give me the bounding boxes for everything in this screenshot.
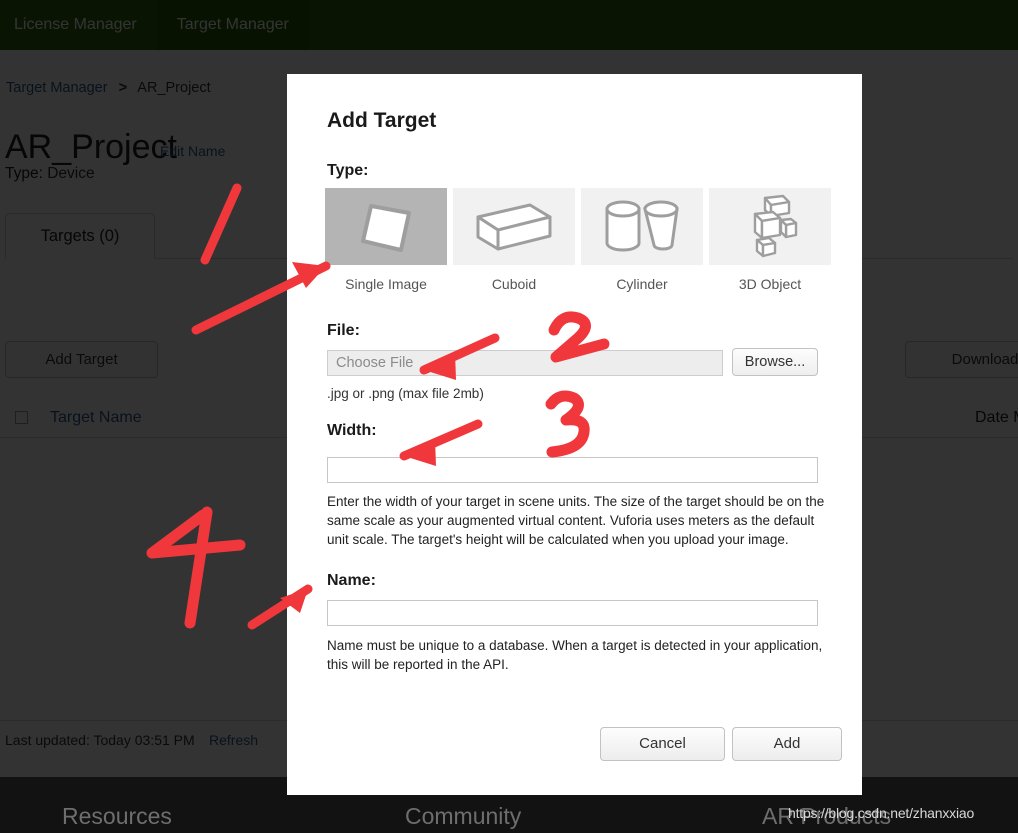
width-help-text: Enter the width of your target in scene … xyxy=(327,494,825,547)
type-option-3d-object[interactable]: 3D Object xyxy=(709,188,831,292)
target-type-selector: Single Image Cuboid Cylinder 3D Object xyxy=(325,188,831,292)
width-field-label: Width: xyxy=(327,422,377,439)
cylinder-icon xyxy=(581,188,703,265)
type-option-label: Cylinder xyxy=(616,276,668,292)
cancel-button[interactable]: Cancel xyxy=(600,727,725,761)
file-input[interactable]: Choose File xyxy=(327,350,723,376)
file-hint-text: .jpg or .png (max file 2mb) xyxy=(327,386,484,401)
browse-button[interactable]: Browse... xyxy=(732,348,818,376)
footer-heading-community[interactable]: Community xyxy=(405,803,521,830)
file-field-label: File: xyxy=(327,322,360,339)
type-option-cylinder[interactable]: Cylinder xyxy=(581,188,703,292)
dialog-title: Add Target xyxy=(327,109,437,132)
cuboid-icon xyxy=(453,188,575,265)
type-option-cuboid[interactable]: Cuboid xyxy=(453,188,575,292)
3d-object-icon xyxy=(709,188,831,265)
width-input[interactable] xyxy=(327,457,818,483)
single-image-icon xyxy=(325,188,447,265)
type-field-label: Type: xyxy=(327,162,369,179)
type-option-label: 3D Object xyxy=(738,276,802,292)
dialog-footer: Cancel Add xyxy=(287,727,862,795)
type-option-single-image[interactable]: Single Image xyxy=(325,188,447,292)
watermark-url: https://blog.csdn.net/zhanxxiao xyxy=(788,805,975,821)
add-button[interactable]: Add xyxy=(732,727,842,761)
type-option-label: Cuboid xyxy=(491,276,537,292)
name-field-label: Name: xyxy=(327,572,376,589)
screen-root: License Manager Target Manager Target Ma… xyxy=(0,0,1018,833)
type-option-label: Single Image xyxy=(345,276,427,292)
footer-heading-resources[interactable]: Resources xyxy=(62,803,172,830)
name-input[interactable] xyxy=(327,600,818,626)
add-target-dialog: Add Target Type: Single Image Cuboid Cyl… xyxy=(287,74,862,795)
name-help-text: Name must be unique to a database. When … xyxy=(327,638,823,672)
